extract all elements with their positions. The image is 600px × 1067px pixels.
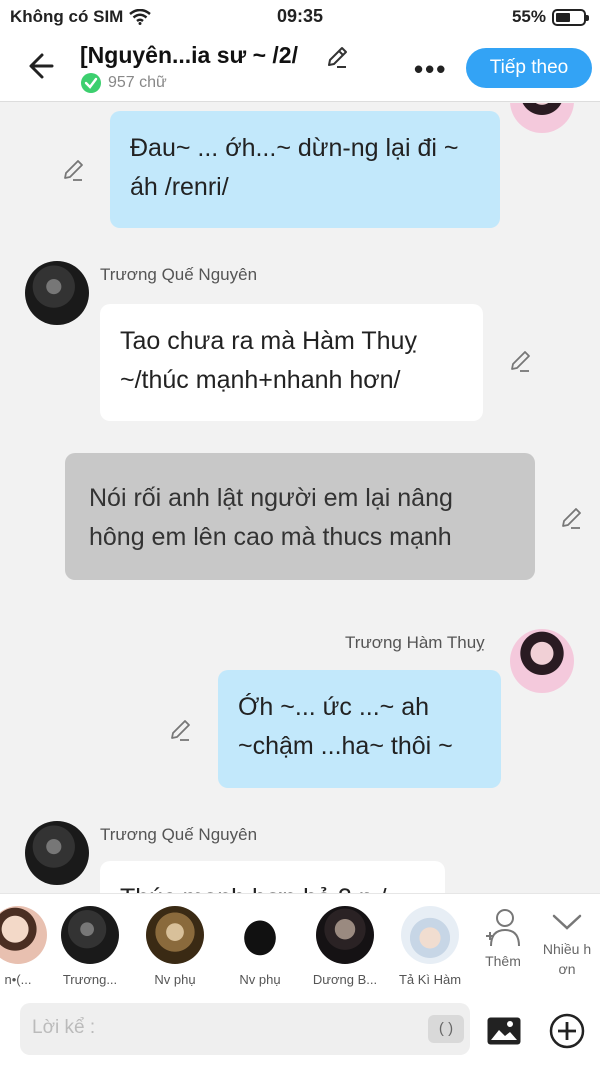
narration-bubble[interactable]: Nói rối anh lật người em lại nâng hông e…	[65, 453, 535, 580]
character-item[interactable]: Tả Kì Hàm	[390, 906, 470, 987]
battery-percent: 55%	[511, 7, 546, 26]
character-selector: n•(... Trương... Nv phụ Nv phụ Dương B..…	[0, 893, 600, 993]
story-header: [Nguyên...ia sư ~ /2/ 957 chữ ••• Tiếp t…	[0, 34, 600, 102]
character-label: Nv phụ	[239, 972, 281, 987]
story-title[interactable]: [Nguyên...ia sư ~ /2/	[80, 42, 298, 69]
check-circle-icon	[81, 73, 101, 93]
character-avatar	[61, 906, 119, 964]
character-name: Trương Quế Nguyên	[100, 825, 258, 844]
back-arrow-icon[interactable]	[22, 46, 62, 86]
more-characters-button[interactable]: Nhiều h ơn	[538, 906, 596, 979]
avatar[interactable]	[25, 261, 89, 325]
character-item[interactable]: Nv phụ	[135, 906, 215, 987]
character-label: Trương...	[62, 972, 118, 987]
message-bubble[interactable]: Đau~ ... ớh...~ dừn-ng lại đi ~ áh /renr…	[110, 111, 500, 228]
chat-area[interactable]: Đau~ ... ớh...~ dừn-ng lại đi ~ áh /renr…	[0, 103, 600, 893]
character-avatar	[316, 906, 374, 964]
message-bubble[interactable]: Ớh ~... ức ...~ ah ~chậm ...ha~ thôi ~	[218, 670, 501, 788]
next-button[interactable]: Tiếp theo	[466, 48, 592, 88]
avatar[interactable]	[25, 821, 89, 885]
character-name: Trương Hàm Thuỵ	[345, 633, 485, 652]
add-character-button[interactable]: Thêm	[478, 906, 528, 969]
character-label: Nv phụ	[154, 972, 196, 987]
character-item[interactable]: Nv phụ	[220, 906, 300, 987]
edit-message-pencil-icon[interactable]	[60, 157, 86, 183]
character-name: Trương Quế Nguyên	[100, 265, 258, 284]
character-avatar	[231, 906, 289, 964]
battery-status: 55%	[511, 7, 589, 27]
character-avatar	[401, 906, 459, 964]
more-characters-label: Nhiều h ơn	[542, 941, 592, 977]
clock: 09:35	[276, 6, 324, 26]
character-avatar	[0, 906, 47, 964]
add-circle-icon[interactable]	[549, 1013, 585, 1049]
character-avatar	[146, 906, 204, 964]
avatar[interactable]	[510, 629, 574, 693]
chevron-down-icon	[552, 914, 582, 930]
edit-message-pencil-icon[interactable]	[558, 505, 584, 531]
edit-message-pencil-icon[interactable]	[507, 348, 533, 374]
add-person-icon	[486, 909, 520, 947]
edit-title-pencil-icon[interactable]	[324, 44, 350, 70]
character-label: Dương B...	[312, 972, 378, 987]
input-bar: Lời kể : ( )	[0, 993, 600, 1067]
input-placeholder: Lời kể :	[32, 1017, 96, 1038]
character-label: Tả Kì Hàm	[398, 972, 462, 987]
character-item[interactable]: Dương B...	[305, 906, 385, 987]
narration-input[interactable]: Lời kể :	[20, 1003, 470, 1055]
more-options-button[interactable]: •••	[414, 54, 447, 85]
character-item[interactable]: Trương...	[50, 906, 130, 987]
battery-icon	[552, 8, 589, 26]
image-icon[interactable]	[486, 1015, 522, 1047]
word-count-label: 957 chữ	[108, 74, 167, 91]
message-bubble[interactable]: Thúc mạnh hơn bả 2 n /	[100, 861, 445, 893]
status-bar: Không có SIM 09:35 55%	[0, 0, 600, 34]
avatar[interactable]	[510, 103, 574, 133]
add-character-label: Thêm	[485, 953, 521, 969]
parentheses-button[interactable]: ( )	[428, 1015, 464, 1043]
word-count: 957 chữ	[80, 72, 167, 94]
message-bubble[interactable]: Tao chưa ra mà Hàm Thuỵ ~/thúc mạnh+nhan…	[100, 304, 483, 421]
edit-message-pencil-icon[interactable]	[167, 717, 193, 743]
